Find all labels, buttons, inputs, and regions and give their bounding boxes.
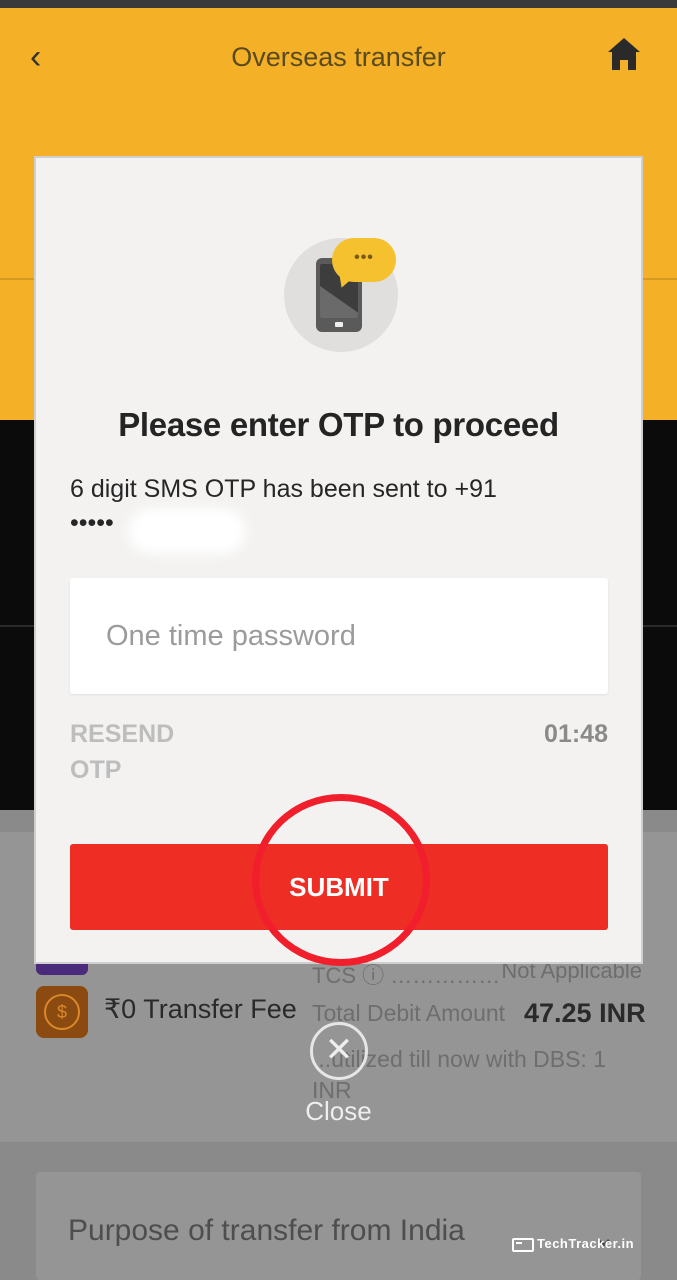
otp-input[interactable]	[70, 578, 608, 694]
redaction-blur	[128, 508, 246, 554]
close-button[interactable]: ✕	[310, 1022, 368, 1080]
home-icon[interactable]	[604, 34, 644, 74]
close-label[interactable]: Close	[0, 1096, 677, 1127]
rupee-coin-icon: $	[36, 986, 88, 1038]
transfer-fee-text: ₹0 Transfer Fee	[104, 994, 297, 1024]
watermark: TechTracker.in	[512, 1236, 634, 1256]
resend-otp-link[interactable]: RESEND OTP	[70, 716, 190, 788]
otp-dialog: ••• Please enter OTP to proceed 6 digit …	[34, 156, 643, 964]
purpose-label: Purpose of transfer from India	[68, 1214, 465, 1247]
otp-timer: 01:48	[544, 720, 608, 748]
browser-window-icon	[512, 1237, 534, 1252]
sms-info-label: 6 digit SMS OTP has been sent to +91	[70, 475, 497, 503]
page-title: Overseas transfer	[231, 42, 446, 72]
close-icon: ✕	[324, 1031, 354, 1069]
tcs-label: TCS	[312, 963, 356, 988]
submit-button[interactable]: SUBMIT	[70, 844, 608, 930]
phone-sms-icon: •••	[284, 238, 398, 352]
total-debit-amount: 47.25 INR	[524, 998, 646, 1028]
masked-phone-number: •••••	[70, 509, 114, 537]
dialog-title: Please enter OTP to proceed	[118, 406, 559, 443]
watermark-text: TechTracker.in	[537, 1236, 635, 1251]
status-bar	[0, 0, 677, 8]
info-icon: ⓘ ……………	[362, 963, 501, 988]
chat-bubble-icon: •••	[332, 238, 396, 282]
